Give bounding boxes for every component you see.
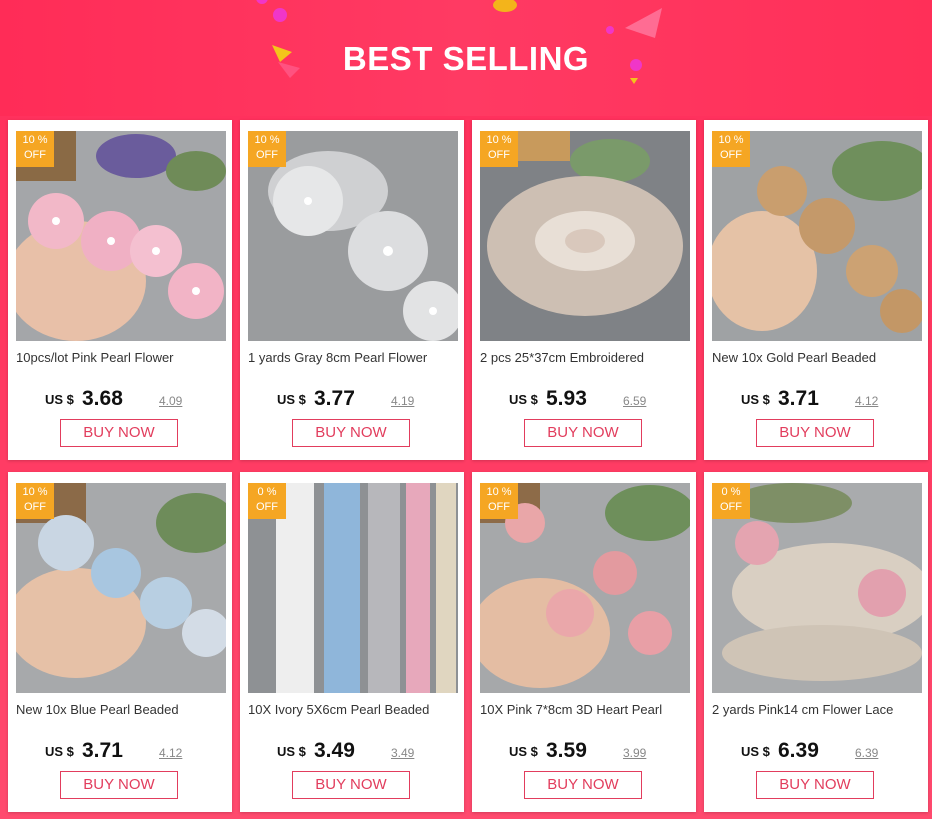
- price-row: US $ 3.71 4.12: [704, 387, 928, 414]
- current-price: 3.71: [82, 739, 123, 762]
- currency-label: US $: [277, 744, 306, 759]
- discount-badge: 10 % OFF: [248, 131, 286, 167]
- original-price: 4.19: [391, 394, 415, 408]
- currency-label: US $: [45, 744, 74, 759]
- discount-off-label: OFF: [256, 149, 278, 161]
- price-row: US $ 3.68 4.09: [8, 387, 232, 414]
- currency-label: US $: [509, 744, 538, 759]
- buy-now-button[interactable]: BUY NOW: [756, 419, 874, 447]
- original-price: 4.12: [159, 746, 183, 760]
- currency-label: US $: [277, 392, 306, 407]
- current-price: 3.59: [546, 739, 587, 762]
- discount-off-label: OFF: [488, 501, 510, 513]
- product-card[interactable]: 0 % OFF 10X Ivory 5X6cm Pearl Beaded US …: [240, 472, 464, 812]
- discount-percent: 10 %: [486, 134, 512, 146]
- discount-off-label: OFF: [720, 149, 742, 161]
- discount-badge: 10 % OFF: [16, 131, 54, 167]
- product-grid: 10 % OFF 10pcs/lot Pink Pearl Flower US …: [6, 120, 928, 815]
- current-price: 3.71: [778, 387, 819, 410]
- price-row: US $ 3.71 4.12: [8, 739, 232, 766]
- current-price: 6.39: [778, 739, 819, 762]
- current-price: 3.68: [82, 387, 123, 410]
- discount-percent: 10 %: [254, 134, 280, 146]
- currency-label: US $: [741, 392, 770, 407]
- product-card[interactable]: 0 % OFF 2 yards Pink14 cm Flower Lace US…: [704, 472, 928, 812]
- original-price: 3.49: [391, 746, 415, 760]
- original-price: 4.12: [855, 394, 879, 408]
- product-name[interactable]: 10pcs/lot Pink Pearl Flower: [16, 350, 228, 365]
- discount-off-label: OFF: [24, 149, 46, 161]
- buy-now-button[interactable]: BUY NOW: [292, 771, 410, 799]
- product-name[interactable]: 2 yards Pink14 cm Flower Lace: [712, 702, 924, 717]
- buy-now-button[interactable]: BUY NOW: [60, 771, 178, 799]
- currency-label: US $: [509, 392, 538, 407]
- original-price: 6.59: [623, 394, 647, 408]
- price-row: US $ 3.49 3.49: [240, 739, 464, 766]
- page-title: BEST SELLING: [342, 40, 590, 77]
- product-name[interactable]: 10X Ivory 5X6cm Pearl Beaded: [248, 702, 460, 717]
- current-price: 5.93: [546, 387, 587, 410]
- banner-header: BEST SELLING: [0, 0, 932, 116]
- discount-percent: 10 %: [22, 134, 48, 146]
- discount-off-label: OFF: [488, 149, 510, 161]
- buy-now-button[interactable]: BUY NOW: [756, 771, 874, 799]
- product-name[interactable]: New 10x Blue Pearl Beaded: [16, 702, 228, 717]
- product-name[interactable]: 1 yards Gray 8cm Pearl Flower: [248, 350, 460, 365]
- price-row: US $ 5.93 6.59: [472, 387, 696, 414]
- product-name[interactable]: New 10x Gold Pearl Beaded: [712, 350, 924, 365]
- discount-badge: 10 % OFF: [480, 483, 518, 519]
- product-card[interactable]: 10 % OFF 10pcs/lot Pink Pearl Flower US …: [8, 120, 232, 460]
- original-price: 6.39: [855, 746, 879, 760]
- discount-off-label: OFF: [24, 501, 46, 513]
- original-price: 3.99: [623, 746, 647, 760]
- discount-percent: 0 %: [257, 486, 277, 498]
- buy-now-button[interactable]: BUY NOW: [524, 771, 642, 799]
- buy-now-button[interactable]: BUY NOW: [524, 419, 642, 447]
- product-card[interactable]: 10 % OFF 1 yards Gray 8cm Pearl Flower U…: [240, 120, 464, 460]
- product-card[interactable]: 10 % OFF New 10x Blue Pearl Beaded US $ …: [8, 472, 232, 812]
- current-price: 3.49: [314, 739, 355, 762]
- discount-percent: 10 %: [22, 486, 48, 498]
- product-card[interactable]: 10 % OFF 10X Pink 7*8cm 3D Heart Pearl U…: [472, 472, 696, 812]
- buy-now-button[interactable]: BUY NOW: [292, 419, 410, 447]
- price-row: US $ 3.77 4.19: [240, 387, 464, 414]
- discount-percent: 0 %: [721, 486, 741, 498]
- discount-off-label: OFF: [256, 501, 278, 513]
- product-name[interactable]: 2 pcs 25*37cm Embroidered: [480, 350, 692, 365]
- discount-badge: 10 % OFF: [16, 483, 54, 519]
- product-card[interactable]: 10 % OFF New 10x Gold Pearl Beaded US $ …: [704, 120, 928, 460]
- buy-now-button[interactable]: BUY NOW: [60, 419, 178, 447]
- price-row: US $ 3.59 3.99: [472, 739, 696, 766]
- discount-badge: 0 % OFF: [248, 483, 286, 519]
- discount-percent: 10 %: [486, 486, 512, 498]
- product-card[interactable]: 10 % OFF 2 pcs 25*37cm Embroidered US $ …: [472, 120, 696, 460]
- product-name[interactable]: 10X Pink 7*8cm 3D Heart Pearl: [480, 702, 692, 717]
- discount-badge: 0 % OFF: [712, 483, 750, 519]
- currency-label: US $: [45, 392, 74, 407]
- discount-percent: 10 %: [718, 134, 744, 146]
- current-price: 3.77: [314, 387, 355, 410]
- discount-badge: 10 % OFF: [480, 131, 518, 167]
- currency-label: US $: [741, 744, 770, 759]
- discount-badge: 10 % OFF: [712, 131, 750, 167]
- original-price: 4.09: [159, 394, 183, 408]
- discount-off-label: OFF: [720, 501, 742, 513]
- price-row: US $ 6.39 6.39: [704, 739, 928, 766]
